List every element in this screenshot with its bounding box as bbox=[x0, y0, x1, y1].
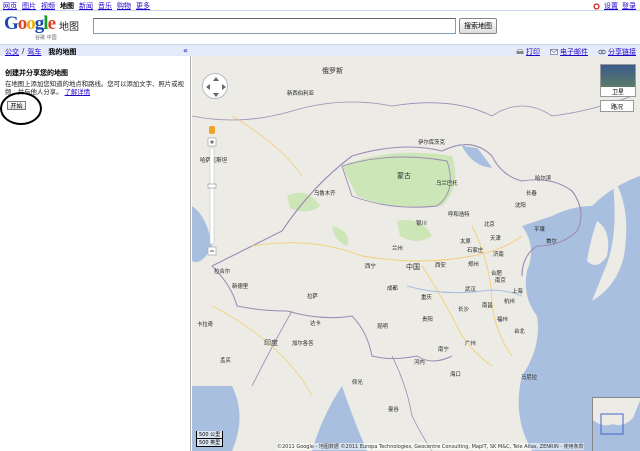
map-type-control: 卫星 路况 bbox=[600, 64, 636, 112]
map-canvas[interactable]: 俄罗斯 蒙古 中国 印度 哈萨克斯坦 新西伯利亚 乌鲁木齐 拉萨 西宁 兰州 西… bbox=[192, 56, 640, 451]
label-guiyang[interactable]: 贵阳 bbox=[422, 315, 433, 323]
scale-miles: 500 英里 bbox=[196, 439, 224, 447]
minimap-shape bbox=[593, 398, 640, 435]
label-nanchang[interactable]: 南昌 bbox=[482, 301, 493, 309]
label-mongolia[interactable]: 蒙古 bbox=[397, 171, 411, 181]
label-dhaka[interactable]: 达卡 bbox=[310, 319, 321, 327]
email-link[interactable]: 电子邮件 bbox=[560, 48, 588, 56]
label-shanghai[interactable]: 上海 bbox=[512, 287, 523, 295]
label-lhasa[interactable]: 拉萨 bbox=[307, 292, 318, 300]
overview-minimap[interactable] bbox=[592, 397, 640, 451]
top-divider bbox=[0, 10, 640, 11]
pan-control[interactable] bbox=[202, 73, 228, 99]
my-maps-panel: 创建并分享您的地图 在地图上添加您知道的地点和路线。您可以添加文字、照片或视频，… bbox=[0, 56, 191, 451]
label-manila[interactable]: 马尼拉 bbox=[521, 373, 537, 381]
zoom-slider-icon bbox=[207, 126, 217, 256]
start-button[interactable]: 开始 bbox=[7, 101, 26, 110]
label-taiyuan[interactable]: 太原 bbox=[460, 237, 471, 245]
label-ulaanbaatar[interactable]: 乌兰巴托 bbox=[436, 179, 458, 187]
google-maps-logo[interactable]: Google 地图 谷歌 中国 bbox=[4, 14, 86, 42]
label-fuzhou[interactable]: 福州 bbox=[497, 315, 508, 323]
label-china[interactable]: 中国 bbox=[406, 262, 420, 272]
label-beijing[interactable]: 北京 bbox=[484, 220, 495, 228]
label-hohhot[interactable]: 呼和浩特 bbox=[448, 210, 470, 218]
label-pyongyang[interactable]: 平壤 bbox=[534, 225, 545, 233]
label-irkutsk[interactable]: 伊尔库茨克 bbox=[418, 138, 445, 146]
label-urumqi[interactable]: 乌鲁木齐 bbox=[314, 189, 336, 197]
traffic-button[interactable]: 路况 bbox=[600, 100, 634, 112]
label-seoul[interactable]: 首尔 bbox=[546, 237, 557, 245]
logo-maps-text: 地图 bbox=[59, 22, 79, 33]
learn-more-link[interactable]: 了解详情 bbox=[65, 88, 91, 96]
link-icon bbox=[598, 49, 606, 55]
label-harbin[interactable]: 哈尔滨 bbox=[535, 174, 551, 182]
label-bangkok[interactable]: 曼谷 bbox=[388, 405, 399, 413]
label-xian[interactable]: 西安 bbox=[435, 261, 446, 269]
label-lanzhou[interactable]: 兰州 bbox=[392, 244, 403, 252]
label-karachi[interactable]: 卡拉奇 bbox=[197, 320, 213, 328]
logo-china-text: 谷歌 中国 bbox=[35, 35, 57, 41]
search-box[interactable] bbox=[93, 18, 456, 34]
label-chongqing[interactable]: 重庆 bbox=[421, 293, 432, 301]
label-lahore[interactable]: 拉合尔 bbox=[214, 267, 230, 275]
label-nanning[interactable]: 南宁 bbox=[438, 345, 449, 353]
label-kunming[interactable]: 昆明 bbox=[377, 322, 388, 330]
label-changchun[interactable]: 长春 bbox=[526, 189, 537, 197]
satellite-label: 卫星 bbox=[601, 87, 635, 96]
zoom-control[interactable] bbox=[207, 116, 219, 258]
search-maps-button[interactable]: 搜索地图 bbox=[459, 18, 497, 34]
label-zhengzhou[interactable]: 郑州 bbox=[468, 260, 479, 268]
label-hefei[interactable]: 合肥 bbox=[491, 269, 502, 277]
satellite-button[interactable]: 卫星 bbox=[600, 64, 636, 97]
label-delhi[interactable]: 新德里 bbox=[232, 282, 248, 290]
panel-description-text: 在地图上添加您知道的地点和路线。您可以添加文字、照片或视频，并与他人分享。 bbox=[5, 80, 184, 96]
map-copyright[interactable]: ©2011 Google - 地图数据 ©2011 Europa Technol… bbox=[277, 443, 584, 450]
print-link[interactable]: 打印 bbox=[526, 48, 540, 56]
label-changsha[interactable]: 长沙 bbox=[458, 305, 469, 313]
label-hangzhou[interactable]: 杭州 bbox=[504, 297, 515, 305]
gear-icon[interactable] bbox=[593, 2, 600, 10]
printer-icon bbox=[516, 49, 524, 54]
label-novosibirsk[interactable]: 新西伯利亚 bbox=[287, 89, 314, 97]
toolbar: 公交 / 驾车 我的地图 « 打印 电子邮件 分享链接 bbox=[0, 44, 640, 56]
email-icon bbox=[550, 49, 558, 55]
label-hanoi[interactable]: 河内 bbox=[414, 358, 425, 366]
share-link[interactable]: 分享链接 bbox=[608, 48, 636, 56]
label-guangzhou[interactable]: 广州 bbox=[465, 339, 476, 347]
label-tianjin[interactable]: 天津 bbox=[490, 234, 501, 242]
label-russia[interactable]: 俄罗斯 bbox=[322, 66, 343, 76]
label-mumbai[interactable]: 孟买 bbox=[220, 356, 231, 364]
map-base-layer bbox=[192, 95, 640, 451]
label-haikou[interactable]: 海口 bbox=[450, 370, 461, 378]
label-wuhan[interactable]: 武汉 bbox=[465, 285, 476, 293]
map-scale: 500 公里 500 英里 bbox=[196, 431, 224, 447]
label-yinchuan[interactable]: 银川 bbox=[416, 219, 427, 227]
label-taipei[interactable]: 台北 bbox=[514, 327, 525, 335]
label-xining[interactable]: 西宁 bbox=[365, 262, 376, 270]
label-chengdu[interactable]: 成都 bbox=[387, 284, 398, 292]
collapse-panel-button[interactable]: « bbox=[183, 46, 188, 55]
label-nanjing[interactable]: 南京 bbox=[495, 276, 506, 284]
search-input[interactable] bbox=[94, 19, 455, 33]
label-shijiazhuang[interactable]: 石家庄 bbox=[467, 246, 483, 254]
label-jinan[interactable]: 济南 bbox=[493, 250, 504, 258]
label-india[interactable]: 印度 bbox=[264, 338, 278, 348]
panel-title: 创建并分享您的地图 bbox=[5, 69, 68, 77]
label-shenyang[interactable]: 沈阳 bbox=[515, 201, 526, 209]
scale-km: 500 公里 bbox=[196, 431, 224, 439]
label-kolkata[interactable]: 加尔各答 bbox=[292, 339, 314, 347]
label-yangon[interactable]: 仰光 bbox=[352, 378, 363, 386]
panel-description: 在地图上添加您知道的地点和路线。您可以添加文字、照片或视频，并与他人分享。 了解… bbox=[5, 80, 187, 96]
pan-arrows-icon bbox=[206, 77, 226, 97]
